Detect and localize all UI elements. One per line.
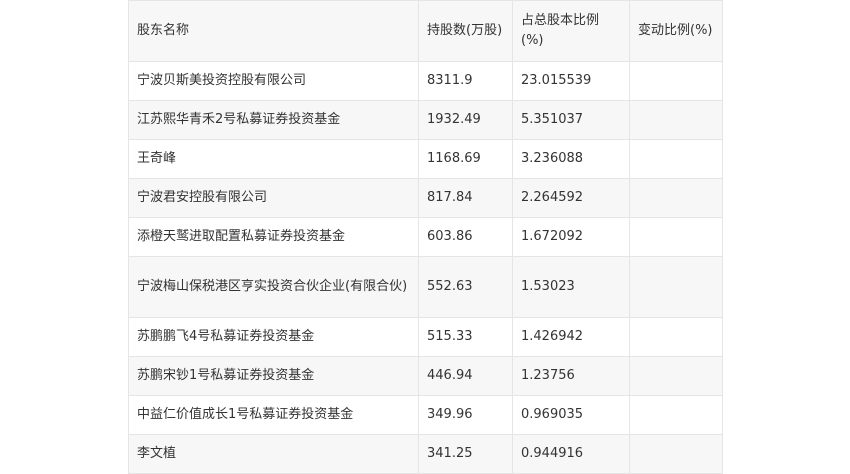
cell-shares: 341.25 — [418, 434, 513, 474]
cell-shareholder-name: 宁波贝斯美投资控股有限公司 — [128, 61, 419, 101]
cell-shareholder-name: 江苏熙华青禾2号私募证券投资基金 — [128, 100, 419, 140]
table-row: 宁波君安控股有限公司 817.84 2.264592 — [128, 178, 723, 218]
cell-ratio: 2.264592 — [512, 178, 630, 218]
cell-ratio: 1.53023 — [512, 256, 630, 318]
cell-ratio: 5.351037 — [512, 100, 630, 140]
table-row: 王奇峰 1168.69 3.236088 — [128, 139, 723, 179]
cell-shareholder-name: 王奇峰 — [128, 139, 419, 179]
cell-shareholder-name: 宁波梅山保税港区亨实投资合伙企业(有限合伙) — [128, 256, 419, 318]
cell-change-ratio — [629, 178, 723, 218]
cell-shareholder-name: 苏鹏宋钞1号私募证券投资基金 — [128, 356, 419, 396]
table-row: 宁波贝斯美投资控股有限公司 8311.9 23.015539 — [128, 61, 723, 101]
cell-shares: 603.86 — [418, 217, 513, 257]
cell-change-ratio — [629, 61, 723, 101]
shareholder-table-container: 股东名称 持股数(万股) 占总股本比例(%) 变动比例(%) 宁波贝斯美投资控股… — [128, 0, 723, 474]
table-row: 李文植 341.25 0.944916 — [128, 434, 723, 474]
cell-change-ratio — [629, 434, 723, 474]
cell-change-ratio — [629, 256, 723, 318]
cell-shares: 552.63 — [418, 256, 513, 318]
cell-change-ratio — [629, 395, 723, 435]
shareholder-table: 股东名称 持股数(万股) 占总股本比例(%) 变动比例(%) 宁波贝斯美投资控股… — [128, 0, 723, 474]
cell-shareholder-name: 添橙天鹫进取配置私募证券投资基金 — [128, 217, 419, 257]
cell-shares: 446.94 — [418, 356, 513, 396]
cell-shares: 8311.9 — [418, 61, 513, 101]
cell-shares: 515.33 — [418, 317, 513, 357]
cell-change-ratio — [629, 217, 723, 257]
cell-ratio: 1.23756 — [512, 356, 630, 396]
cell-ratio: 23.015539 — [512, 61, 630, 101]
cell-shares: 1168.69 — [418, 139, 513, 179]
cell-shares: 349.96 — [418, 395, 513, 435]
table-row: 苏鹏宋钞1号私募证券投资基金 446.94 1.23756 — [128, 356, 723, 396]
table-row: 江苏熙华青禾2号私募证券投资基金 1932.49 5.351037 — [128, 100, 723, 140]
cell-shares: 1932.49 — [418, 100, 513, 140]
table-row: 苏鹏鹏飞4号私募证券投资基金 515.33 1.426942 — [128, 317, 723, 357]
header-shareholder-name: 股东名称 — [128, 0, 419, 62]
cell-shareholder-name: 李文植 — [128, 434, 419, 474]
cell-shareholder-name: 苏鹏鹏飞4号私募证券投资基金 — [128, 317, 419, 357]
header-change-ratio: 变动比例(%) — [629, 0, 723, 62]
cell-change-ratio — [629, 139, 723, 179]
cell-shareholder-name: 中益仁价值成长1号私募证券投资基金 — [128, 395, 419, 435]
cell-change-ratio — [629, 100, 723, 140]
cell-ratio: 1.426942 — [512, 317, 630, 357]
cell-ratio: 0.969035 — [512, 395, 630, 435]
table-row: 中益仁价值成长1号私募证券投资基金 349.96 0.969035 — [128, 395, 723, 435]
cell-shareholder-name: 宁波君安控股有限公司 — [128, 178, 419, 218]
table-row: 宁波梅山保税港区亨实投资合伙企业(有限合伙) 552.63 1.53023 — [128, 256, 723, 318]
table-row: 添橙天鹫进取配置私募证券投资基金 603.86 1.672092 — [128, 217, 723, 257]
table-header-row: 股东名称 持股数(万股) 占总股本比例(%) 变动比例(%) — [128, 0, 723, 62]
header-shares: 持股数(万股) — [418, 0, 513, 62]
cell-shares: 817.84 — [418, 178, 513, 218]
header-ratio: 占总股本比例(%) — [512, 0, 630, 62]
cell-ratio: 1.672092 — [512, 217, 630, 257]
cell-ratio: 0.944916 — [512, 434, 630, 474]
cell-change-ratio — [629, 317, 723, 357]
cell-ratio: 3.236088 — [512, 139, 630, 179]
cell-change-ratio — [629, 356, 723, 396]
